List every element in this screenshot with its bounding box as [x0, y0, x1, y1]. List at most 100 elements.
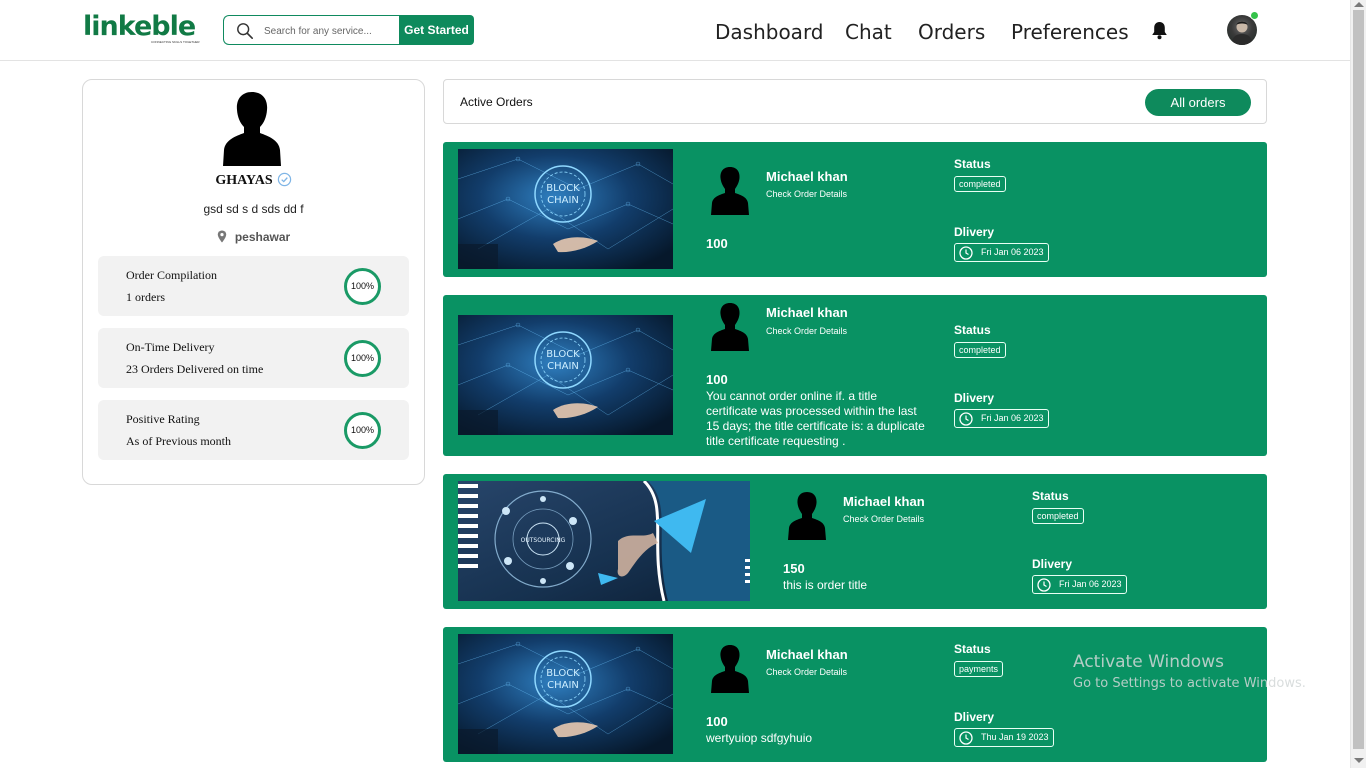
nav-dashboard[interactable]: Dashboard	[715, 20, 824, 44]
order-price: 100	[706, 372, 728, 387]
stat-subtitle: As of Previous month	[126, 434, 231, 448]
order-price: 100	[706, 714, 728, 729]
watermark-title: Activate Windows	[1073, 652, 1224, 672]
nav-orders[interactable]: Orders	[918, 20, 985, 44]
status-label: Status	[954, 157, 991, 171]
check-order-details-link[interactable]: Check Order Details	[766, 326, 847, 336]
thumb-text: BLOCK	[546, 183, 580, 194]
active-orders-title: Active Orders	[460, 95, 533, 109]
profile-name-row: GHAYAS	[83, 172, 424, 189]
logo-tagline: CONNECTING SKILLS TOGETHER	[151, 40, 200, 44]
stat-on-time-delivery: On-Time Delivery 23 Orders Delivered on …	[98, 328, 409, 388]
profile-picture	[223, 92, 281, 166]
client-name[interactable]: Michael khan	[843, 494, 925, 509]
all-orders-button[interactable]: All orders	[1145, 89, 1251, 116]
search-icon[interactable]	[236, 22, 254, 40]
order-card[interactable]: BLOCK CHAIN Michael khan Check Order Det…	[443, 295, 1267, 456]
stat-title: Order Compilation	[126, 268, 217, 282]
status-badge: completed	[954, 342, 1006, 358]
top-navbar: linkeble CONNECTING SKILLS TOGETHER Get …	[0, 0, 1350, 61]
order-description: this is order title	[783, 578, 868, 592]
profile-name: GHAYAS	[215, 173, 273, 188]
status-badge: completed	[1032, 508, 1084, 524]
verified-badge-icon	[277, 172, 291, 187]
delivery-label: Dlivery	[954, 710, 995, 724]
logo-text: linkeble	[83, 11, 196, 42]
profile-location: peshawar	[83, 230, 424, 244]
clock-icon	[959, 246, 973, 260]
outsourcing-thumbnail: OUTSOURCING	[458, 481, 750, 601]
nav-chat[interactable]: Chat	[845, 20, 892, 44]
active-orders-header: Active Orders All orders	[443, 79, 1267, 124]
location-text: peshawar	[234, 230, 291, 244]
status-label: Status	[954, 323, 991, 337]
search-input[interactable]	[264, 22, 396, 40]
check-order-details-link[interactable]: Check Order Details	[843, 514, 924, 524]
delivery-date-text: Fri Jan 06 2023	[981, 413, 1044, 423]
status-label: Status	[1032, 489, 1069, 503]
linkeble-logo[interactable]: linkeble CONNECTING SKILLS TOGETHER	[83, 11, 200, 48]
stat-subtitle: 1 orders	[126, 290, 165, 304]
order-card[interactable]: BLOCK CHAIN Michael khan Check Order Det…	[443, 627, 1267, 762]
clock-icon	[1037, 578, 1051, 592]
thumb-text: BLOCK	[546, 668, 580, 679]
online-status-dot	[1250, 11, 1259, 20]
get-started-button[interactable]: Get Started	[399, 15, 474, 45]
delivery-label: Dlivery	[1032, 557, 1073, 571]
stat-title: On-Time Delivery	[126, 340, 215, 354]
clock-icon	[959, 731, 973, 745]
watermark-subtitle: Go to Settings to activate Windows.	[1073, 676, 1306, 691]
status-badge: payments	[954, 661, 1004, 677]
order-description: You cannot order online if. a title cert…	[706, 389, 925, 448]
client-avatar	[711, 167, 749, 215]
progress-ring: 100%	[344, 340, 381, 377]
search-box	[223, 15, 401, 45]
thumb-text: CHAIN	[547, 361, 579, 372]
scroll-thumb[interactable]	[1353, 10, 1364, 749]
check-order-details-link[interactable]: Check Order Details	[766, 189, 847, 199]
bell-icon[interactable]	[1151, 21, 1168, 40]
delivery-date-text: Fri Jan 06 2023	[981, 247, 1044, 257]
delivery-label: Dlivery	[954, 225, 995, 239]
blockchain-thumbnail: BLOCK CHAIN	[458, 315, 673, 435]
check-order-details-link[interactable]: Check Order Details	[766, 667, 847, 677]
nav-preferences[interactable]: Preferences	[1011, 20, 1129, 44]
profile-bio: gsd sd s d sds dd f	[203, 202, 304, 216]
order-card[interactable]: BLOCK CHAIN Michael khan Check Order Det…	[443, 142, 1267, 277]
stat-order-compilation: Order Compilation 1 orders 100%	[98, 256, 409, 316]
delivery-date-text: Thu Jan 19 2023	[981, 732, 1049, 742]
client-avatar	[788, 492, 826, 540]
profile-card: GHAYAS gsd sd s d sds dd f peshawar Orde…	[82, 79, 425, 485]
client-name[interactable]: Michael khan	[766, 305, 848, 320]
activate-windows-watermark: Activate Windows Go to Settings to activ…	[1073, 652, 1306, 691]
delivery-date: Fri Jan 06 2023	[1032, 575, 1127, 594]
client-avatar	[711, 303, 749, 351]
order-price: 150	[783, 561, 805, 576]
scroll-up-arrow-icon[interactable]	[1354, 2, 1364, 7]
status-badge: completed	[954, 176, 1006, 192]
progress-ring: 100%	[344, 412, 381, 449]
stat-title: Positive Rating	[126, 412, 200, 426]
delivery-date: Fri Jan 06 2023	[954, 409, 1049, 428]
stat-positive-rating: Positive Rating As of Previous month 100…	[98, 400, 409, 460]
client-name[interactable]: Michael khan	[766, 647, 848, 662]
stat-subtitle: 23 Orders Delivered on time	[126, 362, 264, 376]
blockchain-thumbnail: BLOCK CHAIN	[458, 634, 673, 754]
delivery-date: Fri Jan 06 2023	[954, 243, 1049, 262]
order-description: wertyuiop sdfgyhuio	[706, 731, 813, 745]
delivery-date: Thu Jan 19 2023	[954, 728, 1054, 747]
progress-ring: 100%	[344, 268, 381, 305]
thumb-text: CHAIN	[547, 680, 579, 691]
thumb-text: CHAIN	[547, 195, 579, 206]
scroll-down-arrow-icon[interactable]	[1354, 758, 1364, 763]
order-card[interactable]: OUTSOURCING Michael khan Check Order Det…	[443, 474, 1267, 609]
thumb-text: BLOCK	[546, 349, 580, 360]
client-name[interactable]: Michael khan	[766, 169, 848, 184]
thumb-text: OUTSOURCING	[521, 537, 566, 544]
page-scrollbar[interactable]	[1350, 0, 1366, 768]
clock-icon	[959, 412, 973, 426]
blockchain-thumbnail: BLOCK CHAIN	[458, 149, 673, 269]
location-pin-icon	[217, 230, 227, 243]
delivery-date-text: Fri Jan 06 2023	[1059, 579, 1122, 589]
status-label: Status	[954, 642, 991, 656]
